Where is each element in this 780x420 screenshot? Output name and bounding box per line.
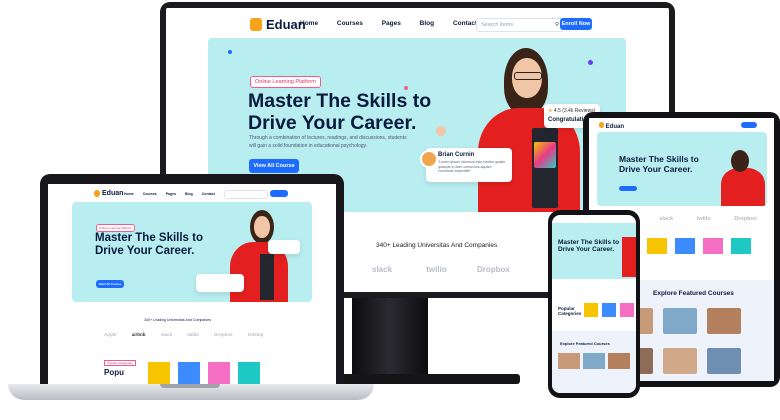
hero-title: Master The Skills to Drive Your Career. (248, 90, 431, 135)
phone-hero: Master The Skills to Drive Your Career. (552, 223, 636, 279)
menu-blog[interactable]: Blog (420, 20, 434, 27)
brand-logo[interactable]: Eduan (250, 17, 306, 32)
laptop-hero-title: Master The Skills to Drive Your Career. (95, 232, 204, 258)
hero-subtitle-line2: will gain a solid foundation in educatio… (249, 142, 368, 149)
logo-twilio: twilio (426, 265, 447, 274)
site-header: Eduan Home Courses Pages Blog Contact Se… (166, 8, 669, 40)
phone: Master The Skills to Drive Your Career. … (548, 210, 640, 398)
laptop-logos: Apple airbnb slack twilio Dropbox Gitshi… (104, 332, 264, 337)
search-icon: ⚲ (554, 22, 559, 28)
laptop-brand: Eduan (102, 190, 124, 197)
logo-slack: slack (372, 265, 393, 274)
tablet-enroll-button[interactable] (741, 122, 757, 128)
laptop-search[interactable] (224, 190, 268, 199)
monitor-base (340, 374, 520, 384)
laptop-enroll-button[interactable] (270, 190, 288, 197)
partners-logos: slack twilio Dropbox (372, 265, 510, 274)
phone-featured-title: Explore Featured Courses (560, 341, 610, 346)
tablet-cta[interactable] (619, 186, 637, 191)
hero-subtitle: Through a combination of lectures, readi… (249, 135, 407, 150)
laptop-screen: Eduan Home Courses Pages Blog Contact On… (48, 184, 336, 384)
laptop-popular-tag: Popular Categories (104, 360, 136, 366)
phone-popular-title: Popular Categories (558, 306, 582, 316)
testimonial-text: "Lorem ipsum dolorsus esto nectus quater… (438, 160, 506, 174)
menu-pages[interactable]: Pages (382, 20, 401, 27)
testimonial-card: Brian Curnin "Lorem ipsum dolorsus esto … (420, 148, 512, 182)
partners-heading: 340+ Leading Universitas And Companies (376, 242, 498, 249)
tablet-hero: Master The Skills to Drive Your Career. (597, 132, 767, 206)
phone-featured-section: Explore Featured Courses (552, 331, 636, 393)
hero-title-line2: Drive Your Career. (248, 112, 417, 135)
tablet-hero-title: Master The Skills to Drive Your Career. (619, 154, 699, 174)
star-icon: ★ (548, 108, 553, 114)
avatar (420, 150, 438, 168)
testimonial-name: Brian Curnin (438, 152, 475, 158)
laptop-cta[interactable]: View All Course (96, 280, 124, 288)
logo-icon (250, 18, 262, 31)
hero-title-line1: Master The Skills to (248, 90, 432, 112)
featured-title: Explore Featured Courses (653, 290, 734, 297)
search-placeholder: Search items (481, 22, 514, 28)
monitor-stand (352, 298, 428, 378)
hero-tag: Online Learning Platform (250, 76, 321, 88)
hero-subtitle-line1: Through a combination of lectures, readi… (249, 135, 407, 141)
enroll-button[interactable]: Enroll Now (560, 18, 592, 30)
logo-dropbox: Dropbox (476, 265, 510, 274)
menu-home[interactable]: Home (300, 20, 318, 27)
laptop-popular-title: Popu (104, 368, 124, 377)
tablet-brand: Eduan (605, 124, 625, 130)
phone-screen: Master The Skills to Drive Your Career. … (552, 215, 636, 393)
laptop-notch (160, 384, 220, 388)
laptop: Eduan Home Courses Pages Blog Contact On… (40, 174, 344, 384)
laptop-partners-heading: 340+ Leading Universitas And Companies (144, 318, 212, 322)
menu-contact[interactable]: Contact (453, 20, 477, 27)
main-menu: Home Courses Pages Blog Contact (300, 20, 477, 27)
menu-courses[interactable]: Courses (337, 20, 363, 27)
laptop-hero: Online Learning Platform Master The Skil… (72, 202, 312, 302)
view-all-course-button[interactable]: View All Course (249, 159, 299, 173)
search-input[interactable]: Search items ⚲ (476, 18, 564, 32)
